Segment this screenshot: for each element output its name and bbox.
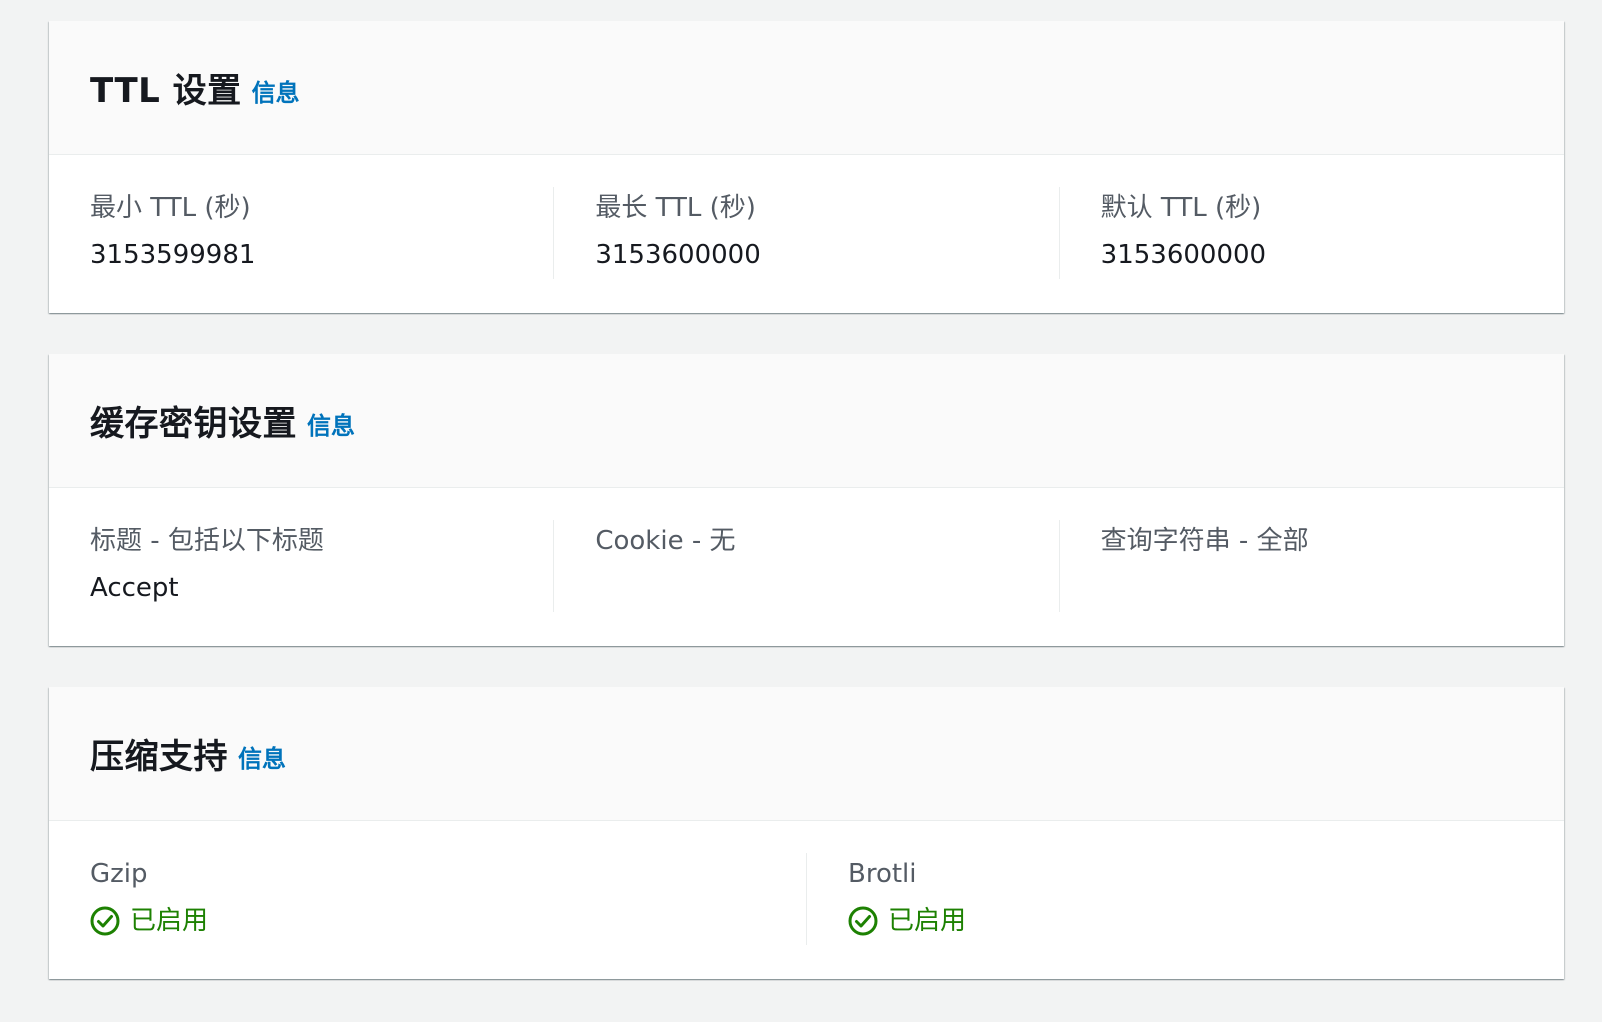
gzip-column: Gzip 已启用 xyxy=(49,853,806,945)
cache-key-settings-header: 缓存密钥设置 信息 xyxy=(49,354,1564,488)
cache-key-settings-body: 标题 - 包括以下标题 Accept Cookie - 无 查询字符串 - 全部 xyxy=(49,488,1564,650)
compression-support-header: 压缩支持 信息 xyxy=(49,687,1564,821)
min-ttl-label: 最小 TTL (秒) xyxy=(90,193,251,223)
brotli-status: 已启用 xyxy=(848,901,1564,941)
cookies-label: Cookie - 无 xyxy=(595,526,736,556)
ttl-settings-header: TTL 设置 信息 xyxy=(49,21,1564,155)
headers-value: Accept xyxy=(90,573,179,603)
compression-support-title: 压缩支持 xyxy=(90,737,228,777)
max-ttl-value: 3153600000 xyxy=(595,240,761,270)
gzip-status-text: 已启用 xyxy=(130,906,209,936)
gzip-status: 已启用 xyxy=(90,901,806,941)
headers-label: 标题 - 包括以下标题 xyxy=(90,526,324,556)
ttl-settings-panel: TTL 设置 信息 最小 TTL (秒) 3153599981 最长 TTL (… xyxy=(49,21,1564,313)
check-circle-icon xyxy=(90,906,120,936)
default-ttl-column: 默认 TTL (秒) 3153600000 xyxy=(1058,187,1564,279)
compression-support-body: Gzip 已启用 Brotli 已启用 xyxy=(49,821,1564,983)
check-circle-icon xyxy=(848,906,878,936)
max-ttl-column: 最长 TTL (秒) 3153600000 xyxy=(553,187,1058,279)
cookies-column: Cookie - 无 xyxy=(553,520,1058,612)
cache-key-info-link[interactable]: 信息 xyxy=(307,406,355,441)
cache-key-settings-panel: 缓存密钥设置 信息 标题 - 包括以下标题 Accept Cookie - 无 … xyxy=(49,354,1564,646)
query-strings-column: 查询字符串 - 全部 xyxy=(1058,520,1564,612)
brotli-status-text: 已启用 xyxy=(888,906,967,936)
headers-column: 标题 - 包括以下标题 Accept xyxy=(49,520,553,612)
brotli-column: Brotli 已启用 xyxy=(806,853,1564,945)
default-ttl-label: 默认 TTL (秒) xyxy=(1100,193,1262,223)
gzip-label: Gzip xyxy=(90,859,148,889)
ttl-settings-body: 最小 TTL (秒) 3153599981 最长 TTL (秒) 3153600… xyxy=(49,155,1564,317)
brotli-label: Brotli xyxy=(848,859,917,889)
default-ttl-value: 3153600000 xyxy=(1100,240,1267,270)
ttl-info-link[interactable]: 信息 xyxy=(252,73,300,108)
compression-info-link[interactable]: 信息 xyxy=(238,739,286,774)
min-ttl-column: 最小 TTL (秒) 3153599981 xyxy=(49,187,553,279)
max-ttl-label: 最长 TTL (秒) xyxy=(595,193,756,223)
min-ttl-value: 3153599981 xyxy=(90,240,256,270)
compression-support-panel: 压缩支持 信息 Gzip 已启用 Brotli 已启用 xyxy=(49,687,1564,979)
cache-key-settings-title: 缓存密钥设置 xyxy=(90,404,297,444)
query-strings-label: 查询字符串 - 全部 xyxy=(1100,526,1309,556)
ttl-settings-title: TTL 设置 xyxy=(90,71,242,111)
